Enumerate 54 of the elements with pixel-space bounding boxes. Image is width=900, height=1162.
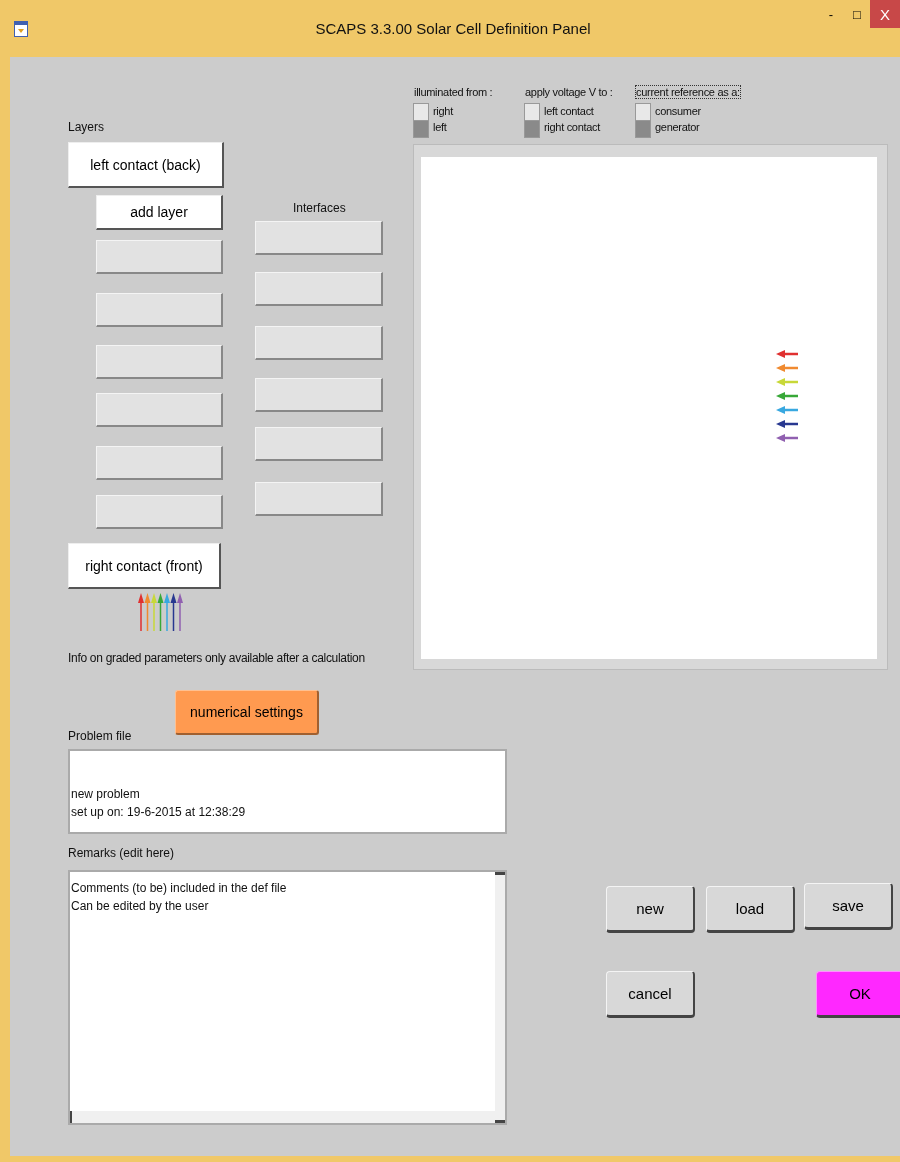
- remarks-line: Comments (to be) included in the def file: [71, 880, 287, 897]
- option-toggle[interactable]: [525, 121, 539, 137]
- layer-slot-button[interactable]: [96, 393, 223, 427]
- minimize-button[interactable]: -: [818, 0, 844, 28]
- layer-slot-button[interactable]: [96, 345, 223, 379]
- interfaces-label: Interfaces: [293, 201, 346, 215]
- remarks-label: Remarks (edit here): [68, 846, 175, 860]
- option-label[interactable]: right contact: [544, 119, 601, 135]
- interface-slot-button[interactable]: [255, 427, 383, 461]
- interface-slot-button[interactable]: [255, 272, 383, 306]
- option-label[interactable]: left contact: [544, 103, 601, 119]
- problem-file-label: Problem file: [68, 729, 132, 743]
- horizontal-scrollbar[interactable]: [70, 1111, 495, 1123]
- option-group-title: apply voltage V to :: [524, 85, 614, 99]
- colored-arrows-drawing: [138, 593, 184, 631]
- problem-file-line: set up on: 19-6-2015 at 12:38:29: [71, 804, 246, 821]
- option-label[interactable]: left: [433, 119, 453, 135]
- layer-slot-button[interactable]: [96, 240, 223, 274]
- remarks-field[interactable]: Comments (to be) included in the def file Can be edited by the user: [68, 870, 507, 1125]
- ok-button[interactable]: OK: [816, 971, 900, 1018]
- option-group-title: current reference as a:: [635, 85, 741, 99]
- vertical-scrollbar[interactable]: [495, 872, 505, 1123]
- layer-slot-button[interactable]: [96, 293, 223, 327]
- interface-slot-button[interactable]: [255, 378, 383, 412]
- right-contact-button[interactable]: right contact (front): [68, 543, 221, 589]
- problem-file-line: new problem: [71, 786, 140, 803]
- load-button[interactable]: load: [706, 886, 795, 933]
- option-toggle[interactable]: [414, 121, 428, 137]
- info-text: Info on graded parameters only available after a calculation: [68, 651, 365, 665]
- option-toggle[interactable]: [636, 121, 650, 137]
- layer-slot-button[interactable]: [96, 446, 223, 480]
- left-contact-button[interactable]: left contact (back): [68, 142, 224, 188]
- remarks-line: Can be edited by the user: [71, 898, 209, 915]
- cancel-button[interactable]: cancel: [606, 971, 695, 1018]
- close-button[interactable]: X: [870, 0, 900, 28]
- option-toggle[interactable]: [525, 104, 539, 121]
- layers-label: Layers: [68, 120, 105, 134]
- interface-slot-button[interactable]: [255, 482, 383, 516]
- interface-slot-button[interactable]: [255, 326, 383, 360]
- maximize-button[interactable]: □: [844, 0, 870, 28]
- add-layer-button[interactable]: add layer: [96, 195, 223, 230]
- option-toggle[interactable]: [636, 104, 650, 121]
- option-label[interactable]: generator: [655, 119, 701, 135]
- layer-slot-button[interactable]: [96, 495, 223, 529]
- window-title: SCAPS 3.3.00 Solar Cell Definition Panel: [314, 20, 592, 37]
- save-button[interactable]: save: [804, 883, 893, 930]
- new-button[interactable]: new: [606, 886, 695, 933]
- option-group-title: illuminated from :: [413, 85, 494, 99]
- numerical-settings-button[interactable]: numerical settings: [175, 690, 319, 735]
- option-toggle[interactable]: [414, 104, 428, 121]
- option-label[interactable]: right: [433, 103, 453, 119]
- option-label[interactable]: consumer: [655, 103, 701, 119]
- app-icon: [14, 20, 28, 37]
- interface-slot-button[interactable]: [255, 221, 383, 255]
